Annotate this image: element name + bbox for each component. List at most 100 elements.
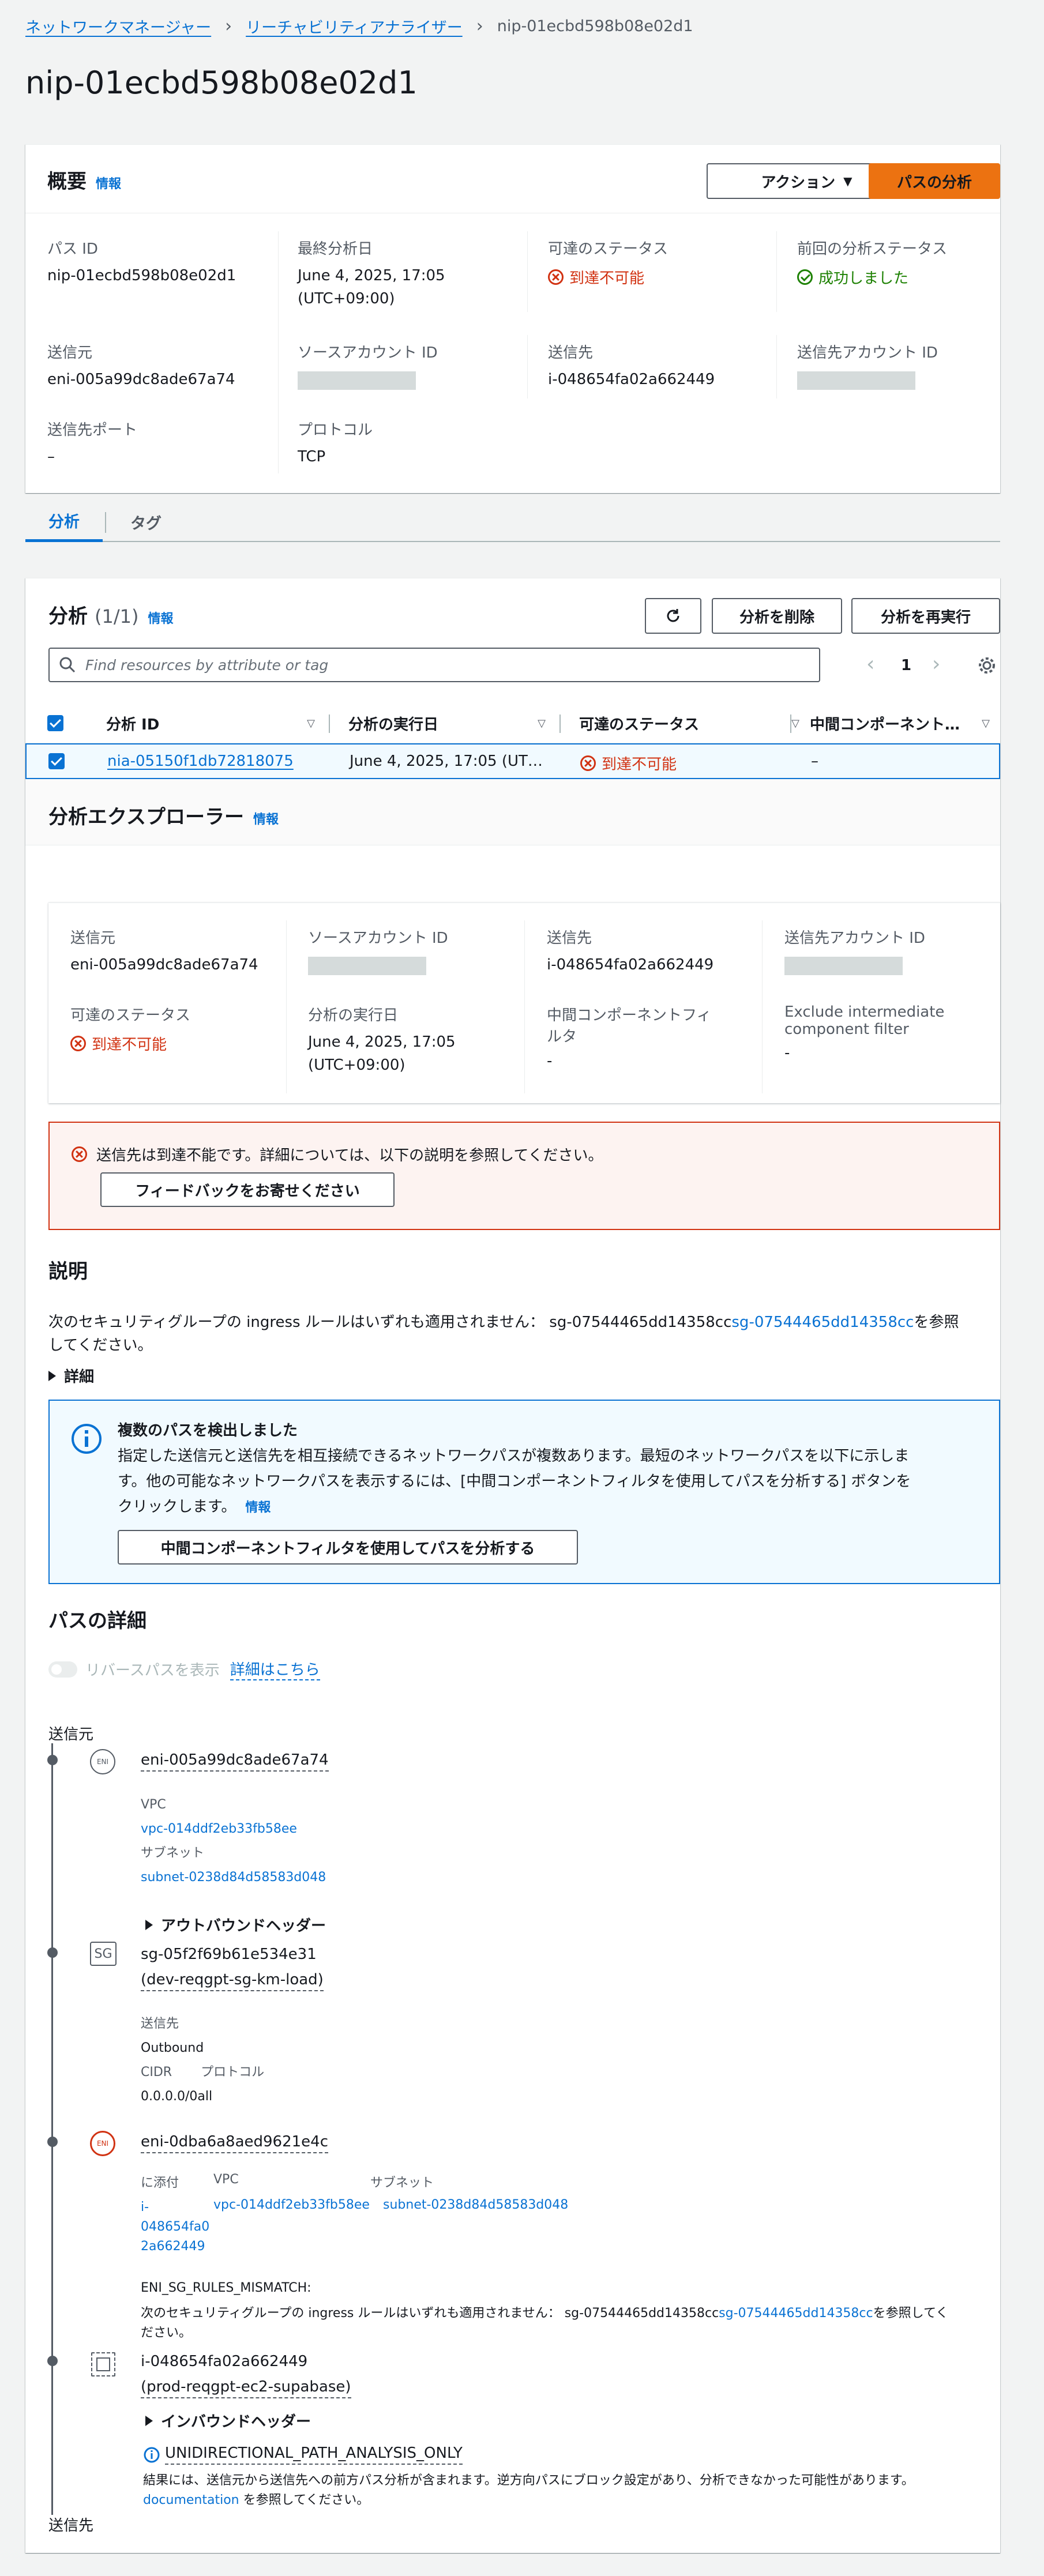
node3-attached-3: 2a662449: [141, 2239, 205, 2254]
delete-analysis-button[interactable]: 分析を削除: [712, 598, 842, 634]
info-alert-info-link[interactable]: 情報: [245, 1501, 271, 1515]
explorer-exclude-label: Exclude intermediate: [784, 1003, 945, 1021]
col-separator: [329, 714, 330, 733]
source-account-field: ソースアカウント ID: [298, 341, 438, 390]
redacted-value: [298, 371, 416, 390]
path-node-dot: [47, 2137, 58, 2147]
analyses-title: 分析: [48, 605, 88, 628]
page-title: nip-01ecbd598b08e02d1: [25, 65, 418, 101]
col-analysis-id[interactable]: 分析 ID ▽: [106, 703, 325, 743]
explorer-filter-label: 中間コンポーネントフィ: [547, 1007, 712, 1024]
protocol-value: TCP: [298, 448, 326, 465]
tab-tags[interactable]: タグ: [130, 502, 162, 542]
sg-link[interactable]: sg-07544465dd14358cc: [731, 1314, 914, 1331]
node3-attached-link[interactable]: i- 048654fa0 2a662449: [141, 2198, 209, 2257]
node1-name[interactable]: eni-005a99dc8ade67a74: [141, 1751, 329, 1772]
analyses-count: (1/1): [95, 606, 139, 627]
documentation-link[interactable]: documentation: [143, 2493, 239, 2507]
path-id-label: パス ID: [47, 240, 98, 258]
col-intermediate[interactable]: 中間コンポーネント… ▽: [810, 703, 1000, 743]
node3-sg-link[interactable]: sg-07544465dd14358cc: [719, 2306, 873, 2321]
outbound-header-expander[interactable]: アウトバウンドヘッダー: [145, 1914, 326, 1935]
node3-name[interactable]: eni-0dba6a8aed9621e4c: [141, 2133, 329, 2153]
gear-icon[interactable]: [977, 656, 997, 675]
page-number[interactable]: 1: [901, 657, 911, 674]
node3-subnet-link[interactable]: subnet-0238d84d58583d048: [383, 2198, 568, 2212]
path-id-value: nip-01ecbd598b08e02d1: [47, 267, 236, 284]
node1-subnet-link[interactable]: subnet-0238d84d58583d048: [141, 1866, 326, 1890]
explorer-filter-value: -: [547, 1052, 553, 1070]
select-all-checkbox[interactable]: [47, 715, 63, 735]
explorer-exclude-value: -: [784, 1044, 790, 1062]
search-input[interactable]: Find resources by attribute or tag: [48, 648, 820, 682]
explorer-info-link[interactable]: 情報: [253, 809, 279, 828]
breadcrumb-current: nip-01ecbd598b08e02d1: [497, 17, 693, 35]
info-alert-title: 複数のパスを検出しました: [118, 1422, 298, 1439]
explorer-exclude-label-2: component filter: [784, 1021, 909, 1038]
row-checkbox[interactable]: [48, 753, 65, 773]
info-alert-line-1: 指定した送信元と送信先を相互接続できるネットワークパスが複数あります。最短のネッ…: [118, 1447, 910, 1465]
explorer-reach-label: 可達のステータス: [70, 1007, 191, 1024]
dest-label: 送信先: [548, 344, 594, 362]
refresh-icon: [667, 609, 679, 622]
breadcrumb-reachability-analyzer[interactable]: リーチャビリティアナライザー: [246, 15, 463, 37]
analysis-status: 到達不可能: [580, 753, 677, 774]
analyze-path-button[interactable]: パスの分析: [869, 163, 1000, 199]
col-label: 可達のステータス: [579, 716, 700, 734]
tab-analysis[interactable]: 分析: [25, 502, 103, 542]
divider: [286, 920, 287, 1093]
source-label: 送信元: [47, 344, 93, 362]
last-analyzed-value: June 4, 2025, 17:05: [298, 267, 445, 284]
explorer-source-value: eni-005a99dc8ade67a74: [70, 956, 258, 973]
details-expander[interactable]: 詳細: [48, 1365, 94, 1386]
analysis-id-link[interactable]: nia-05150f1db72818075: [107, 753, 294, 770]
analyses-info-link[interactable]: 情報: [148, 608, 173, 627]
analysis-date: June 4, 2025, 17:05 (UT…: [350, 753, 543, 770]
tab-divider: [105, 512, 106, 533]
col-reach-status[interactable]: 可達のステータス ▽: [579, 703, 810, 743]
node4-name[interactable]: i-048654fa02a662449 (prod-reqgpt-ec2-sup…: [141, 2349, 351, 2400]
analyses-panel: 分析 (1/1) 情報 分析を削除 分析を再実行 Find resources …: [25, 578, 1000, 2553]
divider: [776, 335, 777, 398]
redacted-value: [784, 957, 903, 975]
node1-vpc-link[interactable]: vpc-014ddf2eb33fb58ee: [141, 1817, 326, 1841]
explorer-run-date-label: 分析の実行日: [308, 1007, 399, 1024]
source-field: 送信元 eni-005a99dc8ade67a74: [47, 341, 235, 391]
refresh-button[interactable]: [645, 598, 701, 634]
search-placeholder: Find resources by attribute or tag: [85, 656, 329, 674]
next-page-icon[interactable]: ›: [932, 652, 940, 676]
node2-direction: Outbound: [141, 2041, 204, 2055]
overview-info-link[interactable]: 情報: [96, 174, 121, 192]
path-node-dot: [47, 1947, 58, 1958]
rerun-analysis-button[interactable]: 分析を再実行: [851, 598, 1000, 634]
caret-right-icon: [145, 2415, 153, 2426]
caret-right-icon: [48, 1370, 56, 1381]
dest-port-field: 送信先ポート –: [47, 418, 137, 468]
node3-vpc-link[interactable]: vpc-014ddf2eb33fb58ee: [213, 2198, 370, 2212]
col-run-date[interactable]: 分析の実行日 ▽: [348, 703, 556, 743]
node3-vpc-label: VPC: [213, 2172, 239, 2187]
learn-more-link[interactable]: 詳細はこちら: [230, 1658, 320, 1680]
feedback-button[interactable]: フィードバックをお寄せください: [100, 1172, 395, 1207]
error-alert-message-row: 送信先は到達不能です。詳細については、以下の説明を参照してください。: [72, 1144, 603, 1165]
node2-protocol-label: プロトコル: [201, 2065, 265, 2079]
prev-page-icon[interactable]: ‹: [866, 652, 874, 676]
caret-down-icon: ▼: [843, 174, 853, 188]
error-icon: [580, 755, 596, 771]
node2-name[interactable]: sg-05f2f69b61e534e31 (dev-reqgpt-sg-km-l…: [141, 1942, 324, 1992]
explorer-reach-value: 到達不可能: [70, 1033, 190, 1054]
col-separator: [559, 714, 561, 733]
table-row[interactable]: nia-05150f1db72818075 June 4, 2025, 17:0…: [25, 743, 1000, 779]
inbound-header-expander[interactable]: インバウンドヘッダー: [145, 2410, 311, 2431]
breadcrumb-network-manager[interactable]: ネットワークマネージャー: [25, 15, 211, 37]
reach-status-field: 可達のステータス 到達不可能: [548, 237, 668, 288]
instance-icon: [91, 2352, 115, 2376]
col-label: 分析 ID: [106, 716, 160, 734]
prev-status-field: 前回の分析ステータス 成功しました: [797, 237, 947, 288]
analyze-with-filter-button[interactable]: 中間コンポーネントフィルタを使用してパスを分析する: [118, 1530, 578, 1565]
info-alert-body: 複数のパスを検出しました 指定した送信元と送信先を相互接続できるネットワークパス…: [118, 1418, 989, 1521]
reverse-path-toggle[interactable]: [48, 1661, 77, 1678]
explanation-title: 説明: [48, 1260, 88, 1283]
analysis-intermediate: –: [811, 753, 818, 770]
node3-subnet-label: サブネット: [370, 2176, 434, 2190]
